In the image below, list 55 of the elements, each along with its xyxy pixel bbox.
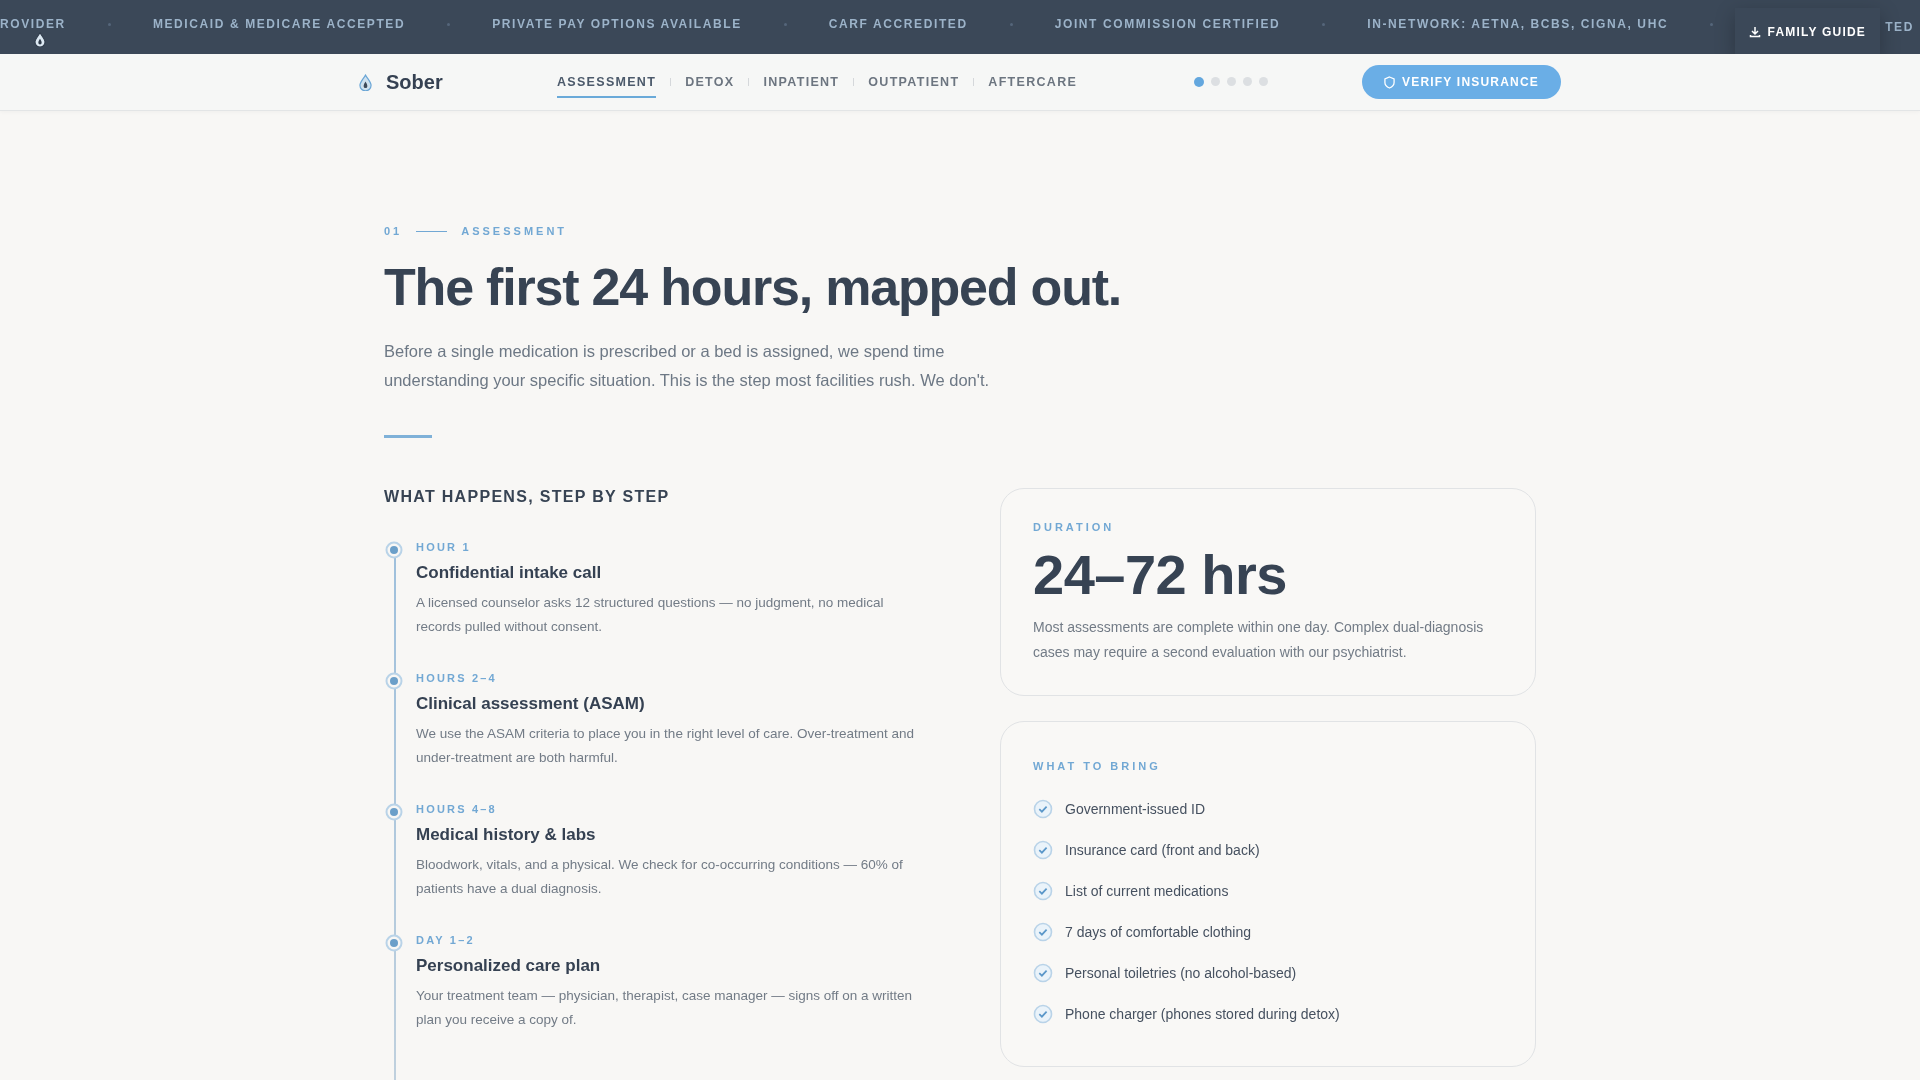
- download-icon: [1748, 26, 1761, 38]
- timeline-node-icon: [385, 541, 403, 559]
- card-label: DURATION: [1033, 521, 1116, 533]
- nav-tab[interactable]: AFTERCARE: [988, 68, 1078, 98]
- progress-dot[interactable]: [1227, 77, 1237, 86]
- duration-description: Most assessments are complete within one day. Complex dual-diagnosis cases may require a second evaluation with our psychiatrist.: [1033, 618, 1485, 662]
- checklist-item: Phone charger (phones stored during detox): [1065, 1005, 1340, 1022]
- drop-icon: [359, 73, 372, 91]
- ticker-text: MEDICAID & MEDICARE ACCEPTED: [152, 17, 406, 31]
- step-description: We use the ASAM criteria to place you in the right level of care. Over-treatment and under-treatment are both harmful.: [416, 725, 915, 767]
- card-label: WHAT TO BRING: [1033, 760, 1162, 772]
- step-title: Clinical assessment (ASAM): [416, 694, 646, 714]
- step-description: A licensed counselor asks 12 structured questions — no judgment, no medical records pulled without consent.: [416, 594, 885, 636]
- step-title: Medical history & labs: [416, 825, 597, 845]
- nav-tab[interactable]: INPATIENT: [763, 68, 840, 98]
- ticker-text: JOINT COMMISSION CERTIFIED: [1054, 17, 1281, 31]
- step-description: Bloodwork, vitals, and a physical. We check for co-occurring conditions — 60% of patients have a dual diagnosis.: [416, 856, 904, 898]
- step-title: Confidential intake call: [416, 563, 603, 583]
- ticker-text: TED: [1885, 20, 1914, 34]
- nav-tab[interactable]: DETOX: [685, 68, 735, 98]
- nav-tab[interactable]: OUTPATIENT: [868, 68, 960, 98]
- ticker-text: CARF ACCREDITED: [828, 17, 968, 31]
- timeline-node-icon: [385, 803, 403, 821]
- drop-icon: [34, 32, 46, 47]
- section-number: 01: [384, 225, 403, 237]
- step-time: HOURS 2–4: [416, 671, 498, 684]
- progress-dot[interactable]: [1211, 77, 1221, 86]
- ticker-text: IN-NETWORK: AETNA, BCBS, CIGNA, UHC: [1367, 17, 1669, 31]
- timeline-node-icon: [385, 672, 403, 690]
- steps-heading: WHAT HAPPENS, STEP BY STEP: [384, 488, 671, 506]
- step-title: Personalized care plan: [416, 956, 602, 976]
- progress-dot[interactable]: [1194, 77, 1205, 87]
- nav-tab[interactable]: ASSESSMENT: [557, 68, 657, 98]
- verify-insurance-button[interactable]: VERIFY INSURANCE: [1362, 65, 1561, 99]
- brand-name[interactable]: Sober: [386, 70, 443, 94]
- ticker-text: PRIVATE PAY OPTIONS AVAILABLE: [492, 17, 742, 31]
- step-time: DAY 1–2: [416, 933, 476, 946]
- section-eyebrow: ASSESSMENT: [461, 225, 568, 237]
- step-time: HOURS 4–8: [416, 802, 498, 815]
- checklist-item: Government-issued ID: [1065, 800, 1206, 817]
- progress-dot[interactable]: [1259, 77, 1269, 86]
- checklist-item: List of current medications: [1065, 882, 1229, 899]
- checklist-item: Insurance card (front and back): [1065, 841, 1260, 858]
- page-heading: The first 24 hours, mapped out.: [384, 257, 1123, 318]
- progress-dot[interactable]: [1243, 77, 1253, 86]
- checklist-item: 7 days of comfortable clothing: [1065, 923, 1251, 940]
- shield-icon: [1384, 75, 1395, 89]
- family-guide-button[interactable]: FAMILY GUIDE: [1734, 8, 1880, 54]
- timeline-node-icon: [385, 934, 403, 952]
- step-time: HOUR 1: [416, 540, 472, 553]
- checklist-item: Personal toiletries (no alcohol-based): [1065, 964, 1297, 981]
- duration-value: 24–72 hrs: [1033, 543, 1288, 607]
- ticker-text: ROVIDER: [0, 17, 66, 31]
- intro-paragraph: Before a single medication is prescribed or a bed is assigned, we spend time understanding your specific situation. This is the step most facilities rush. We don't.: [384, 341, 991, 391]
- step-description: Your treatment team — physician, therapist, case manager — signs off on a written plan you receive a copy of.: [416, 987, 913, 1029]
